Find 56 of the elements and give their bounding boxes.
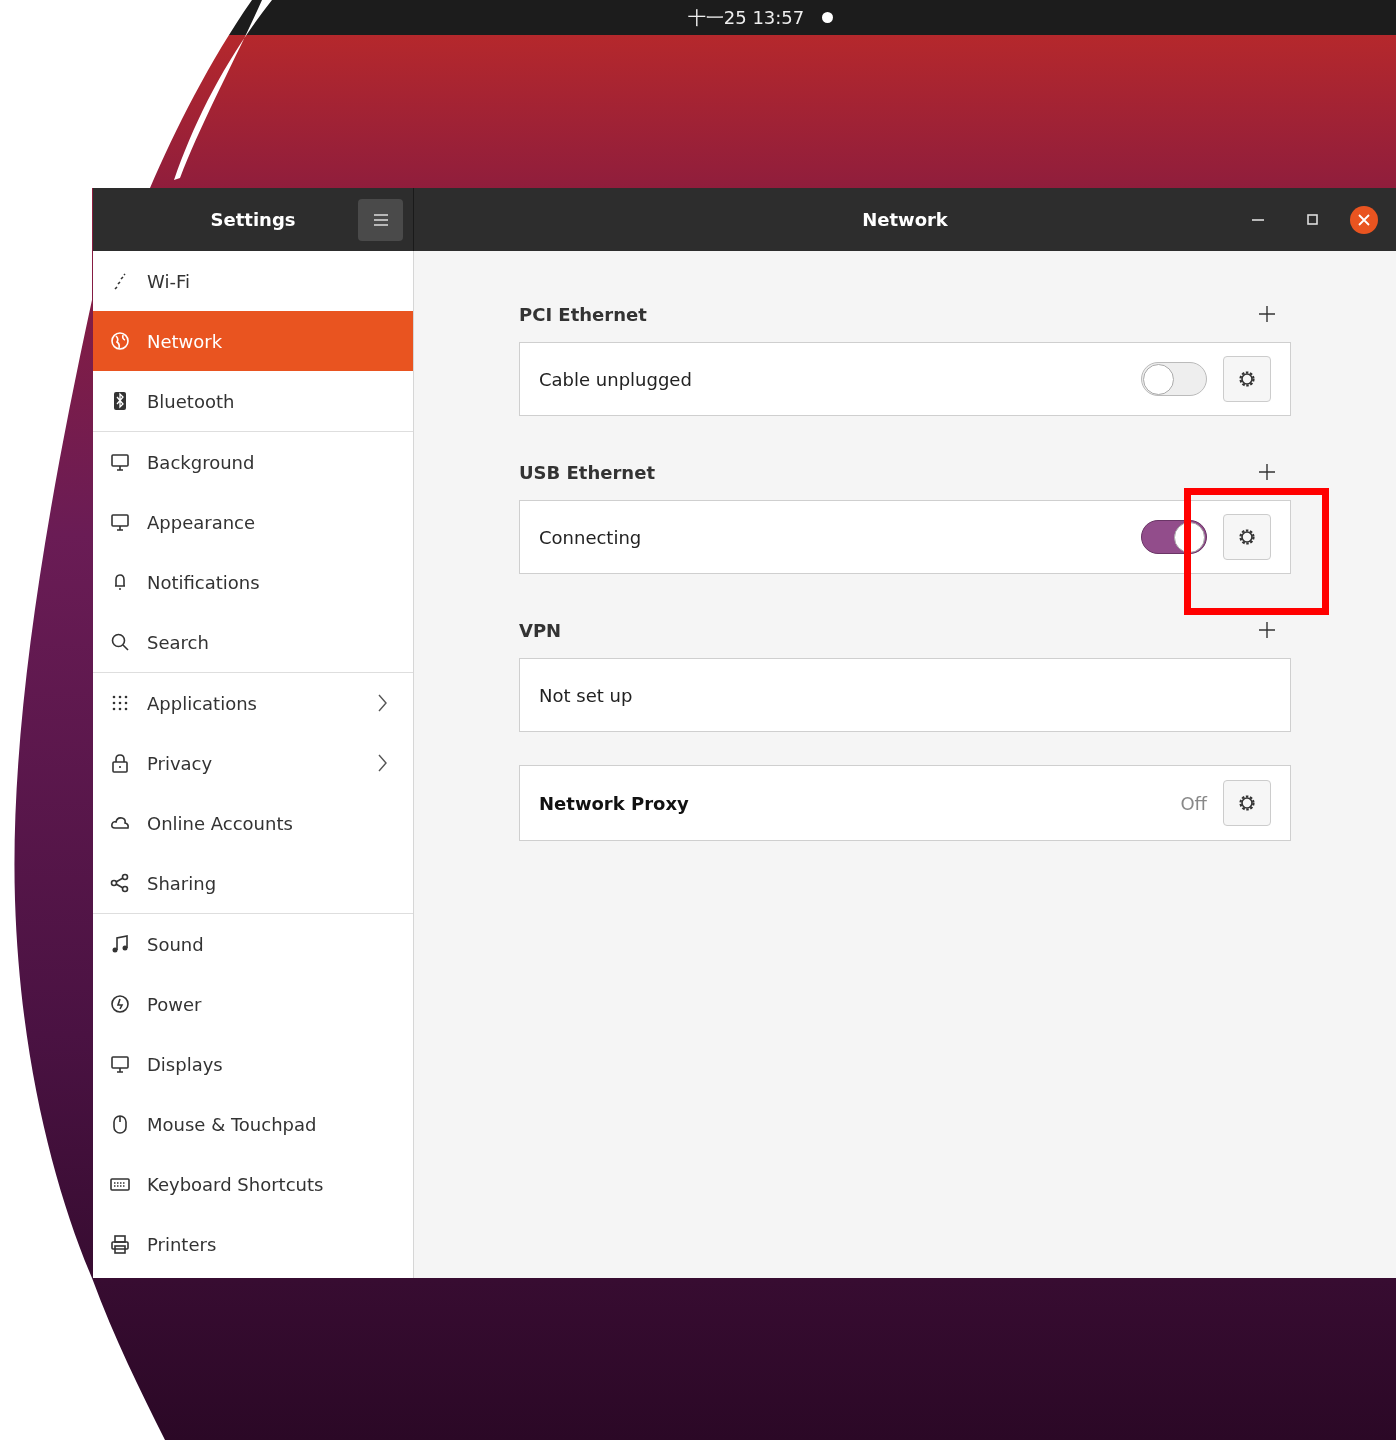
window-title: Network: [862, 209, 948, 230]
status-label: Not set up: [539, 684, 634, 706]
sidebar-item[interactable]: Appearance: [93, 492, 413, 552]
section-title: USB Ethernet: [519, 461, 655, 483]
sidebar-item[interactable]: Displays: [93, 1034, 413, 1094]
monitor-icon: [110, 512, 130, 532]
toggle-switch[interactable]: [1141, 362, 1207, 396]
monitor-icon: [110, 452, 130, 472]
settings-button[interactable]: [1223, 356, 1271, 402]
proxy-status: Off: [1180, 792, 1207, 814]
settings-button[interactable]: [1223, 780, 1271, 826]
close-icon: [1358, 213, 1370, 226]
clock[interactable]: 十一25 13:57: [687, 5, 805, 30]
proxy-label: Network Proxy: [539, 792, 690, 814]
printer-icon: [110, 1234, 130, 1254]
sidebar-item[interactable]: Applications: [93, 673, 413, 733]
sidebar-item[interactable]: Privacy: [93, 733, 413, 793]
sidebar-item[interactable]: Search: [93, 612, 413, 672]
proxy-card[interactable]: Network Proxy Off: [519, 765, 1291, 841]
menu-button[interactable]: [358, 198, 403, 241]
close-button[interactable]: [1350, 205, 1378, 234]
sidebar-item[interactable]: Bluetooth: [93, 371, 413, 431]
toggle-switch[interactable]: [1141, 520, 1207, 554]
section-title: PCI Ethernet: [519, 303, 647, 325]
settings-button[interactable]: [1223, 514, 1271, 560]
sidebar-item[interactable]: Network: [93, 311, 413, 371]
add-icon[interactable]: [1259, 306, 1275, 322]
sidebar-item[interactable]: Online Accounts: [93, 793, 413, 853]
status-label: Cable unplugged: [539, 368, 693, 390]
sidebar-title: Settings: [210, 209, 296, 230]
globe-icon: [110, 331, 130, 351]
minimize-icon: [1252, 218, 1264, 221]
lock-icon: [110, 753, 130, 773]
status-label: Connecting: [539, 526, 643, 548]
sidebar-item[interactable]: Mouse & Touchpad: [93, 1094, 413, 1154]
sidebar-item[interactable]: Background: [93, 432, 413, 492]
maximize-icon: [1306, 214, 1318, 225]
search-icon: [110, 632, 130, 652]
monitor-icon: [110, 1054, 130, 1074]
add-icon[interactable]: [1259, 622, 1275, 638]
sidebar-item[interactable]: Printers: [93, 1214, 413, 1274]
mouse-icon: [110, 1114, 130, 1134]
sidebar-item[interactable]: Wi-Fi: [93, 251, 413, 311]
section-title: VPN: [519, 619, 562, 641]
music-note-icon: [110, 934, 130, 954]
sidebar-item[interactable]: Power: [93, 974, 413, 1034]
menu-icon: [373, 213, 388, 226]
sidebar-item[interactable]: Keyboard Shortcuts: [93, 1154, 413, 1214]
sidebar-item[interactable]: Sound: [93, 914, 413, 974]
add-icon[interactable]: [1259, 464, 1275, 480]
share-icon: [110, 873, 130, 893]
power-icon: [110, 994, 130, 1014]
sidebar-item[interactable]: Sharing: [93, 853, 413, 913]
status-dot-icon: [822, 12, 834, 23]
sidebar-item[interactable]: Notifications: [93, 552, 413, 612]
grid-icon: [110, 693, 130, 713]
